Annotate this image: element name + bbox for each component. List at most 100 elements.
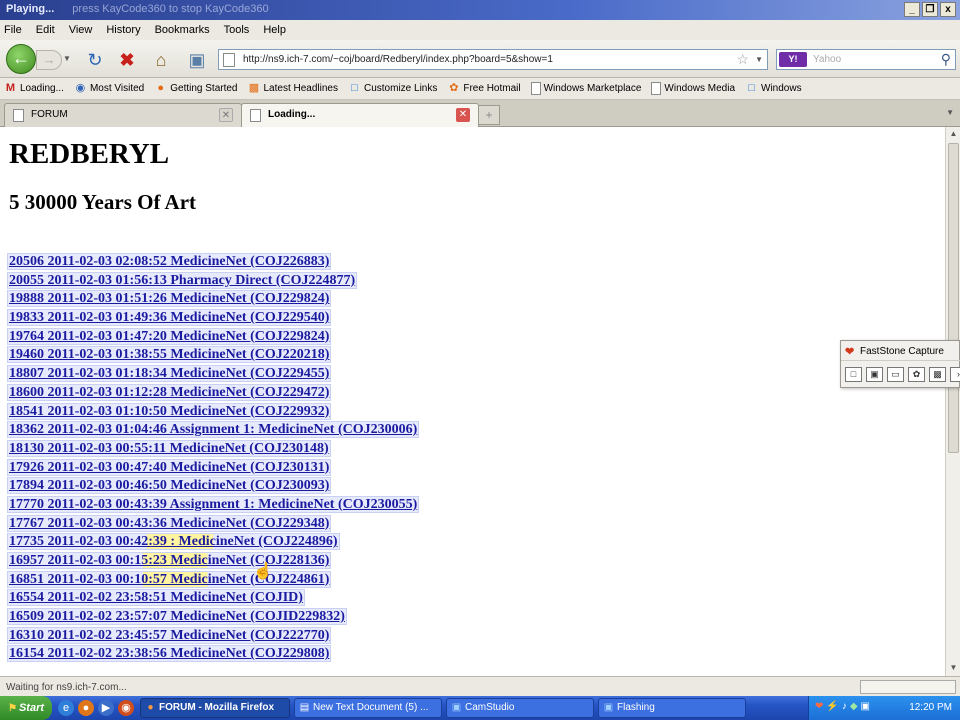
new-tab-button[interactable]: + [478,105,500,125]
search-placeholder[interactable]: Yahoo [813,54,841,65]
minimize-button[interactable]: _ [904,2,920,17]
search-bar[interactable]: Y! Yahoo ⚲ [776,49,956,70]
thread-link[interactable]: 18130 2011-02-03 00:55:11 MedicineNet (C… [7,439,331,457]
thread-link[interactable]: 19460 2011-02-03 01:38:55 MedicineNet (C… [6,346,332,364]
bookmark-latest-headlines[interactable]: ▩ Latest Headlines [248,82,339,95]
security-tray-icon[interactable]: ◆ [850,701,858,712]
url-dropdown-icon[interactable]: ▼ [755,55,763,64]
menu-file[interactable]: File [4,24,22,36]
yahoo-engine-icon[interactable]: Y! [779,52,807,67]
bookmark-getting-started[interactable]: ● Getting Started [154,82,237,95]
vertical-scrollbar[interactable]: ▲ ▼ [945,127,960,676]
bookmark-most-visited[interactable]: ◉ Most Visited [74,82,145,95]
fullscreen-capture-icon[interactable]: ▩ [929,367,946,382]
loading-spinner-icon [250,109,261,122]
thread-link[interactable]: 16851 2011-02-03 00:10:57 MedicineNet (C… [6,570,332,588]
bookmark-customize-links[interactable]: □ Customize Links [348,82,437,95]
rect-capture-icon[interactable]: ▭ [887,367,904,382]
bookmark-label: Most Visited [89,83,145,94]
address-bar[interactable]: http://ns9.ich-7.com/~coj/board/Redberyl… [218,49,768,70]
forward-arrow-icon[interactable]: → [36,50,62,70]
task-flashing[interactable]: ▣ Flashing [598,698,746,718]
bookmark-star-icon[interactable]: ☆ [736,51,749,68]
thread-link[interactable]: 16554 2011-02-02 23:58:51 MedicineNet (C… [7,589,305,607]
faststone-capture-toolbar[interactable]: ❤ FastStone Capture □ ▣ ▭ ✿ ▩ › [840,340,960,388]
thread-link[interactable]: 16957 2011-02-03 00:15:23 MedicineNet (C… [6,552,332,569]
task-camstudio[interactable]: ▣ CamStudio [446,698,594,718]
bookmark-label: Latest Headlines [263,83,339,94]
home-icon[interactable]: ⌂ [150,49,172,71]
faststone-tray-icon[interactable]: ❤ [815,701,823,712]
thread-link[interactable]: 18807 2011-02-03 01:18:34 MedicineNet (C… [6,365,332,383]
site-identity-icon[interactable]: ▣ [186,49,208,71]
thread-link[interactable]: 18541 2011-02-03 01:10:50 MedicineNet (C… [6,402,332,420]
tab-loading[interactable]: Loading... ✕ [241,103,479,128]
thread-link[interactable]: 18362 2011-02-03 01:04:46 Assignment 1: … [6,421,420,439]
network-tray-icon[interactable]: ⚡ [826,701,838,712]
tab-label: Loading... [268,109,316,120]
tab-list-dropdown-icon[interactable]: ▼ [946,108,954,117]
bookmark-loading[interactable]: M Loading... [4,82,64,95]
menu-history[interactable]: History [106,24,140,36]
thread-link[interactable]: 18600 2011-02-03 01:12:28 MedicineNet (C… [6,383,332,401]
thread-row: 17767 2011-02-03 00:43:36 MedicineNet (C… [6,514,418,534]
thread-link[interactable]: 20506 2011-02-03 02:08:52 MedicineNet (C… [6,253,332,270]
thread-row: 16310 2011-02-02 23:45:57 MedicineNet (C… [6,626,418,646]
thread-link[interactable]: 19833 2011-02-03 01:49:36 MedicineNet (C… [6,309,332,327]
back-arrow-icon[interactable]: ← [6,44,36,74]
bookmark-windows-media[interactable]: Windows Media [651,82,735,95]
thread-link[interactable]: 20055 2011-02-03 01:56:13 Pharmacy Direc… [6,271,358,289]
page-content: REDBERYL 5 30000 Years Of Art 20506 2011… [0,127,945,676]
history-dropdown-icon[interactable]: ▼ [63,54,71,63]
menu-edit[interactable]: Edit [36,24,55,36]
scroll-up-arrow-icon[interactable]: ▲ [948,129,959,140]
menu-bookmarks[interactable]: Bookmarks [155,24,210,36]
start-button[interactable]: ⚑ Start [0,696,52,720]
browser-icon[interactable]: ◉ [118,700,134,716]
window-titlebar: Playing... press KayCode360 to stop KayCo… [0,0,960,20]
more-icon[interactable]: › [950,367,960,382]
maximize-button[interactable]: ❐ [922,2,938,17]
window-capture-icon[interactable]: □ [845,367,862,382]
task-notepad[interactable]: ▤ New Text Document (5) ... [294,698,442,718]
close-button[interactable]: x [940,2,956,17]
reload-icon[interactable]: ↻ [84,49,106,71]
thread-link[interactable]: 17767 2011-02-03 00:43:36 MedicineNet (C… [6,514,332,532]
tab-forum[interactable]: FORUM ✕ [4,103,242,127]
menu-help[interactable]: Help [263,24,286,36]
close-tab-icon[interactable]: ✕ [456,108,470,122]
object-capture-icon[interactable]: ▣ [866,367,883,382]
thread-link[interactable]: 19764 2011-02-03 01:47:20 MedicineNet (C… [6,327,332,345]
bookmark-free-hotmail[interactable]: ✿ Free Hotmail [447,82,520,95]
scrollbar-thumb[interactable] [948,143,959,453]
thread-link[interactable]: 16310 2011-02-02 23:45:57 MedicineNet (C… [6,626,332,644]
thread-link[interactable]: 17894 2011-02-03 00:46:50 MedicineNet (C… [6,477,332,495]
faststone-title: FastStone Capture [860,346,944,357]
ie-icon[interactable]: e [58,700,74,716]
address-url[interactable]: http://ns9.ich-7.com/~coj/board/Redberyl… [243,54,553,65]
thread-link[interactable]: 17735 2011-02-03 00:42:39 : MedicineNet … [7,533,340,551]
thread-link[interactable]: 17770 2011-02-03 00:43:39 Assignment 1: … [6,495,420,513]
scroll-down-arrow-icon[interactable]: ▼ [948,663,959,674]
thread-link[interactable]: 17926 2011-02-03 00:47:40 MedicineNet (C… [6,458,332,476]
thread-link[interactable]: 16154 2011-02-02 23:38:56 MedicineNet (C… [6,645,332,663]
thread-link[interactable]: 16509 2011-02-02 23:57:07 MedicineNet (C… [7,608,347,626]
window-title: Playing... press KayCode360 to stop KayCo… [6,3,269,15]
menu-view[interactable]: View [69,24,93,36]
close-tab-icon[interactable]: ✕ [219,108,233,122]
volume-tray-icon[interactable]: ♪ [842,701,847,712]
thread-link[interactable]: 19888 2011-02-03 01:51:26 MedicineNet (C… [6,290,332,308]
freehand-capture-icon[interactable]: ✿ [908,367,925,382]
firefox-icon[interactable]: ● [78,700,94,716]
search-icon[interactable]: ⚲ [941,51,951,68]
menu-tools[interactable]: Tools [224,24,250,36]
bookmark-windows[interactable]: □ Windows [745,82,801,95]
bookmarks-toolbar: M Loading... ◉ Most Visited ● Getting Start… [0,78,960,100]
stop-icon[interactable]: ✖ [116,49,138,71]
task-firefox[interactable]: ● FORUM - Mozilla Firefox [140,698,290,718]
display-tray-icon[interactable]: ▣ [861,701,870,712]
bookmark-label: Customize Links [364,83,438,94]
media-player-icon[interactable]: ▶ [98,700,114,716]
bookmark-windows-marketplace[interactable]: Windows Marketplace [530,82,641,95]
faststone-header[interactable]: ❤ FastStone Capture [841,341,960,361]
